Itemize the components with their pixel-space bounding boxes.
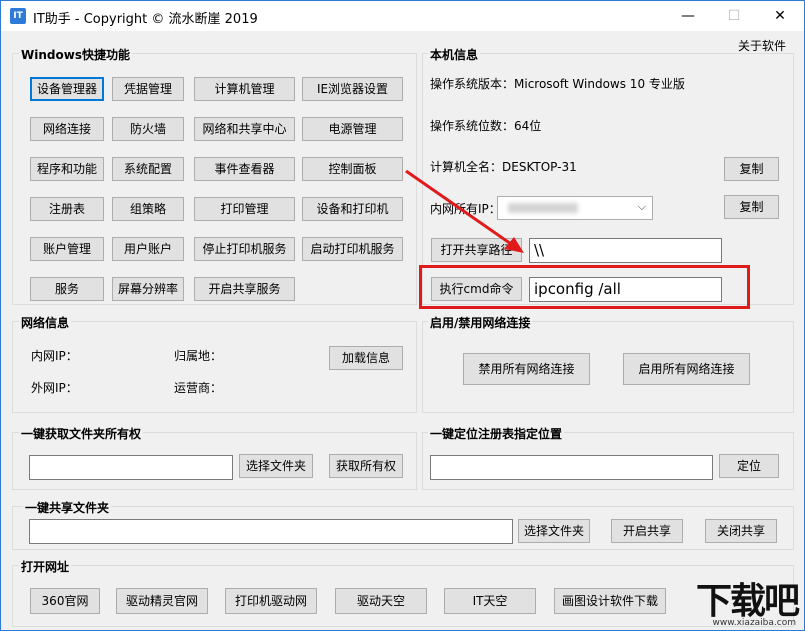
control-panel-button[interactable]: 控制面板 — [302, 157, 403, 181]
title-bar: IT IT助手 - Copyright © 流水断崖 2019 — ☐ ✕ — [1, 1, 804, 31]
os-version: 操作系统版本：Microsoft Windows 10 专业版 — [430, 77, 685, 91]
copy-ip-button[interactable]: 复制 — [724, 195, 779, 219]
stop-print-service-button[interactable]: 停止打印机服务 — [194, 237, 295, 261]
netconn-title: 启用/禁用网络连接 — [428, 314, 533, 331]
copy-name-button[interactable]: 复制 — [724, 157, 779, 181]
services-button[interactable]: 服务 — [30, 277, 104, 301]
wan-ip-info: 外网IP： — [31, 381, 78, 395]
link-drawing-software-button[interactable]: 画图设计软件下载 — [554, 588, 666, 614]
locate-registry-button[interactable]: 定位 — [719, 454, 779, 478]
firewall-button[interactable]: 防火墙 — [112, 117, 184, 141]
link-360-button[interactable]: 360官网 — [30, 588, 100, 614]
shortcuts-title: Windows快捷功能 — [19, 46, 132, 63]
share-select-folder-button[interactable]: 选择文件夹 — [518, 519, 590, 543]
link-driver-sky-button[interactable]: 驱动天空 — [335, 588, 427, 614]
lan-ip-info: 内网IP： — [31, 349, 78, 363]
isp-info: 运营商： — [174, 381, 223, 395]
user-accounts-button[interactable]: 用户账户 — [112, 237, 184, 261]
programs-features-button[interactable]: 程序和功能 — [30, 157, 104, 181]
link-itsky-button[interactable]: IT天空 — [444, 588, 536, 614]
close-button[interactable]: ✕ — [757, 1, 803, 31]
account-management-button[interactable]: 账户管理 — [30, 237, 104, 261]
sysinfo-title: 本机信息 — [428, 46, 481, 63]
take-ownership-button[interactable]: 获取所有权 — [329, 454, 403, 478]
highlight-box — [419, 265, 750, 309]
start-share-button[interactable]: 开启共享 — [611, 519, 683, 543]
device-manager-button[interactable]: 设备管理器 — [30, 77, 104, 101]
ownership-title: 一键获取文件夹所有权 — [19, 425, 144, 442]
network-connections-button[interactable]: 网络连接 — [30, 117, 104, 141]
screen-resolution-button[interactable]: 屏幕分辨率 — [112, 277, 184, 301]
share-title: 一键共享文件夹 — [23, 499, 112, 516]
minimize-button[interactable]: — — [665, 1, 711, 31]
start-print-service-button[interactable]: 启动打印机服务 — [302, 237, 403, 261]
load-info-button[interactable]: 加载信息 — [329, 346, 403, 370]
print-management-button[interactable]: 打印管理 — [194, 197, 295, 221]
regjump-title: 一键定位注册表指定位置 — [428, 425, 565, 442]
credential-manager-button[interactable]: 凭据管理 — [112, 77, 184, 101]
stop-share-button[interactable]: 关闭共享 — [705, 519, 777, 543]
computer-management-button[interactable]: 计算机管理 — [194, 77, 295, 101]
os-bits: 操作系统位数：64位 — [430, 119, 542, 133]
registry-button[interactable]: 注册表 — [30, 197, 104, 221]
window-title: IT助手 - Copyright © 流水断崖 2019 — [33, 12, 258, 27]
about-link[interactable]: 关于软件 — [738, 37, 786, 54]
link-drivergenius-button[interactable]: 驱动精灵官网 — [116, 588, 208, 614]
location-info: 归属地： — [174, 349, 223, 363]
ownership-path-input[interactable] — [29, 455, 233, 480]
system-config-button[interactable]: 系统配置 — [112, 157, 184, 181]
enable-all-connections-button[interactable]: 启用所有网络连接 — [623, 353, 750, 385]
event-viewer-button[interactable]: 事件查看器 — [194, 157, 295, 181]
watermark-domain: www.xiazaiba.com — [712, 618, 796, 628]
maximize-button[interactable]: ☐ — [711, 1, 757, 31]
registry-path-input[interactable] — [430, 455, 713, 480]
netinfo-title: 网络信息 — [19, 314, 72, 331]
annotation-arrow — [405, 169, 524, 253]
devices-printers-button[interactable]: 设备和打印机 — [302, 197, 403, 221]
disable-all-connections-button[interactable]: 禁用所有网络连接 — [463, 353, 590, 385]
network-sharing-center-button[interactable]: 网络和共享中心 — [194, 117, 295, 141]
xiazaiba-watermark: 下载吧 www.xiazaiba.com — [670, 572, 800, 628]
start-share-service-button[interactable]: 开启共享服务 — [194, 277, 295, 301]
share-path-input[interactable]: \\ — [529, 238, 722, 263]
main-window: IT IT助手 - Copyright © 流水断崖 2019 — ☐ ✕ 关于… — [0, 0, 805, 631]
app-icon: IT — [10, 8, 26, 24]
power-management-button[interactable]: 电源管理 — [302, 117, 403, 141]
link-printer-driver-button[interactable]: 打印机驱动网 — [225, 588, 317, 614]
ownership-select-folder-button[interactable]: 选择文件夹 — [239, 454, 313, 478]
share-folder-input[interactable] — [29, 519, 513, 544]
group-policy-button[interactable]: 组策略 — [112, 197, 184, 221]
urls-title: 打开网址 — [19, 558, 72, 575]
watermark-brand: 下载吧 — [695, 581, 800, 622]
ie-settings-button[interactable]: IE浏览器设置 — [302, 77, 403, 101]
chevron-down-icon: ⌵ — [637, 200, 646, 213]
